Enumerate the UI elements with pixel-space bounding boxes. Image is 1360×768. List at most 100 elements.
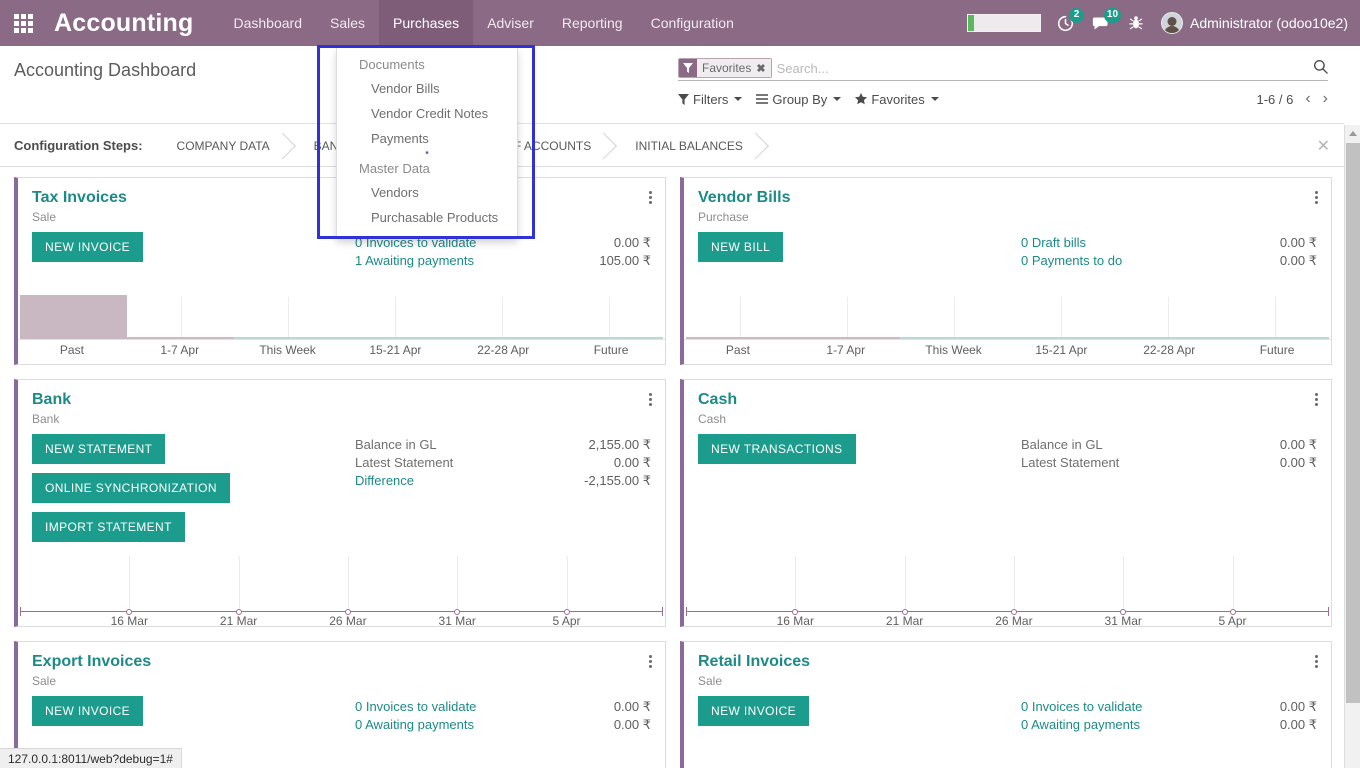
stat-value: 0.00 ₹ <box>613 699 651 714</box>
new-invoice-button[interactable]: NEW INVOICE <box>32 696 144 726</box>
search-view: Favorites ✖ <box>678 56 1328 81</box>
dropdown-item-purchasable-products[interactable]: Purchasable Products <box>337 205 517 230</box>
stat-value: 0.00 ₹ <box>613 455 651 470</box>
bug-icon <box>1129 16 1143 30</box>
new-invoice-button[interactable]: NEW INVOICE <box>698 696 810 726</box>
user-menu-button[interactable]: Administrator (odoo10e2) <box>1190 15 1348 31</box>
dropdown-item-vendors[interactable]: Vendors <box>337 180 517 205</box>
groupby-dropdown[interactable]: Group By <box>756 92 842 107</box>
avatar[interactable] <box>1161 12 1184 34</box>
menu-item-dashboard[interactable]: Dashboard <box>220 0 317 46</box>
favorites-dropdown[interactable]: Favorites <box>855 91 939 107</box>
axis-tick: Past <box>59 343 84 357</box>
axis-tick: 26 Mar <box>995 614 1033 628</box>
stat-row: 0 Invoices to validate 0.00 ₹ <box>1021 698 1317 716</box>
config-step-initial-balances[interactable]: INITIAL BALANCES <box>617 125 769 167</box>
stat-value: 0.00 ₹ <box>613 235 651 250</box>
config-step-company-data[interactable]: COMPANY DATA <box>159 125 296 167</box>
card-bar-chart[interactable]: Past 1-7 Apr This Week 15-21 Apr 22-28 A… <box>18 291 665 364</box>
card-line-chart[interactable]: 16 Mar 21 Mar 26 Mar 31 Mar 5 Apr <box>20 548 663 628</box>
card-title[interactable]: Vendor Bills <box>698 188 1317 208</box>
favorites-label: Favorites <box>871 91 925 107</box>
stat-value: 0.00 ₹ <box>1279 717 1317 732</box>
scroll-up-arrow-icon[interactable] <box>1345 125 1360 142</box>
card-options-kebab-icon[interactable] <box>646 652 655 671</box>
search-icon[interactable] <box>1307 59 1328 77</box>
line-chart-axis: 16 Mar 21 Mar 26 Mar 31 Mar 5 Apr <box>20 614 663 632</box>
axis-tick: 22-28 Apr <box>477 343 530 357</box>
card-title[interactable]: Export Invoices <box>32 652 651 672</box>
card-title[interactable]: Retail Invoices <box>698 652 1317 672</box>
stat-value: 0.00 ₹ <box>1279 699 1317 714</box>
menu-item-sales[interactable]: Sales <box>316 0 379 46</box>
app-brand-title: Accounting <box>54 8 194 37</box>
vertical-scrollbar[interactable] <box>1344 125 1360 768</box>
card-line-chart[interactable]: 16 Mar 21 Mar 26 Mar 31 Mar 5 Apr <box>686 548 1329 628</box>
card-options-kebab-icon[interactable] <box>1312 188 1321 207</box>
stat-label[interactable]: 0 Invoices to validate <box>355 698 476 716</box>
activity-menu-button[interactable]: 2 <box>1057 7 1085 32</box>
journal-card-bank: Bank Bank NEW STATEMENT ONLINE SYNCHRONI… <box>14 379 666 628</box>
card-title[interactable]: Bank <box>32 390 651 410</box>
stat-label[interactable]: 0 Payments to do <box>1021 252 1122 270</box>
topbar-right-tools: 2 10 Administrator (odoo10e2) <box>967 0 1360 46</box>
apps-grid-icon <box>13 13 33 33</box>
new-statement-button[interactable]: NEW STATEMENT <box>32 434 166 464</box>
new-bill-button[interactable]: NEW BILL <box>698 232 784 262</box>
card-bar-chart[interactable]: Past 1-7 Apr This Week 15-21 Apr 22-28 A… <box>684 291 1331 364</box>
search-options-bar: Filters Group By Favorites 1-6 / 6 ‹ › <box>678 90 1328 108</box>
axis-tick: 26 Mar <box>329 614 367 628</box>
apps-menu-button[interactable] <box>0 0 46 46</box>
page-title: Accounting Dashboard <box>14 60 197 80</box>
axis-tick: 21 Mar <box>219 614 258 628</box>
stat-value: 2,155.00 ₹ <box>588 437 652 452</box>
pager-next-button[interactable]: › <box>1323 90 1328 108</box>
online-synchronization-button[interactable]: ONLINE SYNCHRONIZATION <box>32 473 230 503</box>
journal-card-cash: Cash Cash NEW TRANSACTIONS Balance in GL… <box>680 379 1332 628</box>
card-options-kebab-icon[interactable] <box>1312 652 1321 671</box>
scrollbar-thumb[interactable] <box>1346 143 1360 703</box>
stat-row: 0 Draft bills 0.00 ₹ <box>1021 234 1317 252</box>
card-options-kebab-icon[interactable] <box>1312 390 1321 409</box>
search-facet-text: Favorites <box>702 61 752 75</box>
axis-tick: 5 Apr <box>552 614 581 628</box>
stat-row: Difference -2,155.00 ₹ <box>355 472 651 490</box>
messages-count-badge: 10 <box>1103 7 1122 23</box>
axis-tick: 5 Apr <box>1218 614 1247 628</box>
dropdown-item-vendor-credit-notes[interactable]: Vendor Credit Notes <box>337 101 517 126</box>
card-title[interactable]: Cash <box>698 390 1317 410</box>
stat-label[interactable]: 0 Awaiting payments <box>355 716 474 734</box>
pager-previous-button[interactable]: ‹ <box>1305 90 1310 108</box>
search-facet-remove-icon[interactable]: ✖ <box>756 62 765 75</box>
menu-item-reporting[interactable]: Reporting <box>548 0 637 46</box>
search-input[interactable] <box>776 60 1307 76</box>
filters-dropdown[interactable]: Filters <box>678 92 743 107</box>
axis-tick: 1-7 Apr <box>160 343 200 357</box>
menu-item-purchases[interactable]: Purchases <box>379 0 474 46</box>
import-statement-button[interactable]: IMPORT STATEMENT <box>32 512 185 542</box>
axis-tick: 15-21 Apr <box>1035 343 1088 357</box>
bar-chart-axis: Past 1-7 Apr This Week 15-21 Apr 22-28 A… <box>684 339 1331 364</box>
menu-item-configuration[interactable]: Configuration <box>637 0 748 46</box>
chevron-down-icon <box>833 97 842 101</box>
stat-row: 0 Invoices to validate 0.00 ₹ <box>355 698 651 716</box>
card-options-kebab-icon[interactable] <box>646 188 655 207</box>
messages-menu-button[interactable]: 10 <box>1092 7 1122 32</box>
stat-label: Balance in GL <box>355 437 437 452</box>
menu-item-adviser[interactable]: Adviser <box>473 0 548 46</box>
stat-row: Balance in GL 0.00 ₹ <box>1021 436 1317 454</box>
search-facet-favorites[interactable]: Favorites ✖ <box>678 58 772 78</box>
stat-label[interactable]: 0 Awaiting payments <box>1021 716 1140 734</box>
stat-label[interactable]: 1 Awaiting payments <box>355 252 474 270</box>
card-options-kebab-icon[interactable] <box>646 390 655 409</box>
debug-menu-button[interactable] <box>1129 15 1143 31</box>
stat-label[interactable]: 0 Invoices to validate <box>1021 698 1142 716</box>
progress-indicator <box>967 14 1042 32</box>
new-transactions-button[interactable]: NEW TRANSACTIONS <box>698 434 856 464</box>
card-subtitle: Purchase <box>698 210 749 224</box>
close-icon[interactable]: ✕ <box>1317 136 1344 156</box>
stat-label[interactable]: 0 Draft bills <box>1021 234 1086 252</box>
new-invoice-button[interactable]: NEW INVOICE <box>32 232 144 262</box>
dropdown-item-vendor-bills[interactable]: Vendor Bills <box>337 76 517 101</box>
stat-label[interactable]: Difference <box>355 472 414 490</box>
